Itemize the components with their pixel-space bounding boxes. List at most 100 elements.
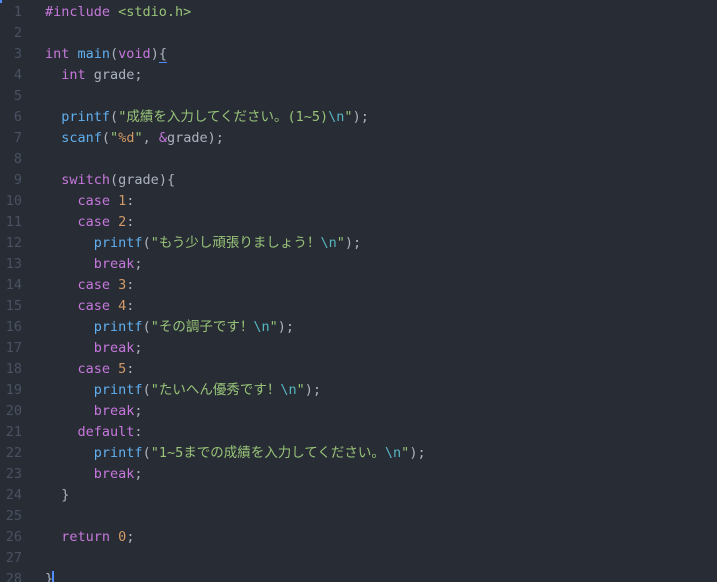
code-text[interactable]: case 2: bbox=[45, 212, 135, 233]
code-token: ) bbox=[150, 46, 159, 62]
code-line[interactable]: 18 case 5: bbox=[0, 359, 717, 380]
code-text[interactable]: case 4: bbox=[45, 296, 135, 317]
code-text[interactable]: break; bbox=[45, 338, 143, 359]
code-line[interactable]: 17 break; bbox=[0, 338, 717, 359]
code-line[interactable]: 10 case 1: bbox=[0, 191, 717, 212]
code-line[interactable]: 9 switch(grade){ bbox=[0, 170, 717, 191]
code-token: " bbox=[134, 130, 143, 146]
code-token: \n bbox=[320, 235, 337, 251]
code-text[interactable]: default: bbox=[45, 422, 143, 443]
code-text[interactable]: return 0; bbox=[45, 527, 134, 548]
code-token: "成績を入力してください。(1~5) bbox=[118, 109, 329, 125]
code-text[interactable]: } bbox=[45, 485, 69, 506]
code-token: default bbox=[77, 424, 135, 440]
code-token: } bbox=[61, 487, 70, 503]
code-line[interactable]: 14 case 3: bbox=[0, 275, 717, 296]
code-token: ); bbox=[304, 382, 322, 398]
code-line[interactable]: 25 bbox=[0, 506, 717, 527]
code-line[interactable]: 2 bbox=[0, 23, 717, 44]
code-text[interactable]: } bbox=[45, 569, 55, 582]
code-line[interactable]: 28} bbox=[0, 569, 717, 582]
code-text[interactable]: printf("その調子です！\n"); bbox=[45, 317, 294, 338]
code-token: " bbox=[296, 382, 305, 398]
code-text[interactable]: break; bbox=[45, 464, 143, 485]
code-line[interactable]: 6 printf("成績を入力してください。(1~5)\n"); bbox=[0, 107, 717, 128]
code-text[interactable]: printf("もう少し頑張りましょう！\n"); bbox=[45, 233, 361, 254]
line-number: 10 bbox=[5, 193, 22, 209]
code-text[interactable]: printf("成績を入力してください。(1~5)\n"); bbox=[45, 107, 369, 128]
code-line[interactable]: 27 bbox=[0, 548, 717, 569]
code-token: "もう少し頑張りましょう！ bbox=[150, 235, 321, 251]
code-token: : bbox=[126, 193, 135, 209]
code-token: void bbox=[118, 46, 151, 62]
line-number: 9 bbox=[13, 172, 22, 188]
code-token: ; bbox=[134, 466, 143, 482]
code-token: #include bbox=[45, 4, 119, 20]
line-number: 4 bbox=[13, 67, 22, 83]
code-text[interactable]: switch(grade){ bbox=[45, 170, 175, 191]
code-line[interactable]: 8 bbox=[0, 149, 717, 170]
code-text[interactable]: case 5: bbox=[45, 359, 135, 380]
code-token: : bbox=[126, 361, 135, 377]
line-number: 17 bbox=[5, 340, 22, 356]
code-line[interactable]: 19 printf("たいへん優秀です！\n"); bbox=[0, 380, 717, 401]
code-token: break bbox=[93, 466, 135, 482]
code-line[interactable]: 22 printf("1~5までの成績を入力してください。\n"); bbox=[0, 443, 717, 464]
code-text[interactable]: #include <stdio.h> bbox=[45, 2, 191, 23]
code-text[interactable]: int main(void){ bbox=[45, 44, 167, 65]
code-token: \n bbox=[384, 445, 402, 461]
code-line[interactable]: 21 default: bbox=[0, 422, 717, 443]
line-number: 19 bbox=[5, 382, 22, 398]
code-token: case bbox=[77, 361, 119, 377]
code-text[interactable]: case 1: bbox=[45, 191, 135, 212]
code-token: break bbox=[93, 340, 135, 356]
code-token: ); bbox=[352, 109, 369, 125]
code-text[interactable]: case 3: bbox=[45, 275, 135, 296]
code-token: %d bbox=[118, 130, 135, 146]
code-line[interactable]: 16 printf("その調子です！\n"); bbox=[0, 317, 717, 338]
code-line[interactable]: 11 case 2: bbox=[0, 212, 717, 233]
code-line[interactable]: 3 int main(void){ bbox=[0, 44, 717, 65]
line-number: 23 bbox=[5, 466, 22, 482]
code-line[interactable]: 5 bbox=[0, 86, 717, 107]
code-line[interactable]: 20 break; bbox=[0, 401, 717, 422]
code-editor[interactable]: 1 #include <stdio.h> 2 3 int main(void){4 in… bbox=[0, 0, 717, 582]
code-text[interactable]: printf("たいへん優秀です！\n"); bbox=[45, 380, 321, 401]
code-token: case bbox=[77, 193, 119, 209]
line-number: 8 bbox=[13, 151, 22, 167]
code-token: case bbox=[77, 214, 119, 230]
code-text[interactable]: printf("1~5までの成績を入力してください。\n"); bbox=[45, 443, 426, 464]
code-line[interactable]: 23 break; bbox=[0, 464, 717, 485]
code-text[interactable]: int grade; bbox=[45, 65, 143, 86]
code-line[interactable]: 12 printf("もう少し頑張りましょう！\n"); bbox=[0, 233, 717, 254]
code-token: main bbox=[77, 46, 111, 62]
code-line[interactable]: 24 } bbox=[0, 485, 717, 506]
code-line[interactable]: 1 #include <stdio.h> bbox=[0, 2, 717, 23]
line-number: 5 bbox=[13, 88, 22, 104]
line-number: 12 bbox=[5, 235, 22, 251]
code-text[interactable]: break; bbox=[45, 254, 143, 275]
code-text[interactable]: break; bbox=[45, 401, 143, 422]
code-token: ); bbox=[344, 235, 362, 251]
code-token: ( bbox=[142, 445, 151, 461]
code-token: printf bbox=[93, 235, 143, 251]
code-token: & bbox=[158, 130, 167, 146]
line-number: 11 bbox=[5, 214, 22, 230]
line-number: 13 bbox=[5, 256, 22, 272]
code-token: int bbox=[45, 46, 78, 62]
code-line[interactable]: 13 break; bbox=[0, 254, 717, 275]
code-line[interactable]: 15 case 4: bbox=[0, 296, 717, 317]
code-token: grade; bbox=[93, 67, 143, 83]
code-token: (grade){ bbox=[110, 172, 176, 188]
code-token: int bbox=[61, 67, 94, 83]
code-token: ; bbox=[134, 256, 143, 272]
code-token: ( bbox=[110, 109, 119, 125]
code-text[interactable]: scanf("%d", &grade); bbox=[45, 128, 224, 149]
code-line[interactable]: 4 int grade; bbox=[0, 65, 717, 86]
code-token: printf bbox=[61, 109, 111, 125]
code-token: ; bbox=[134, 403, 143, 419]
code-line[interactable]: 26 return 0; bbox=[0, 527, 717, 548]
code-token: ( bbox=[110, 46, 119, 62]
code-line[interactable]: 7 scanf("%d", &grade); bbox=[0, 128, 717, 149]
code-token: ; bbox=[134, 340, 143, 356]
